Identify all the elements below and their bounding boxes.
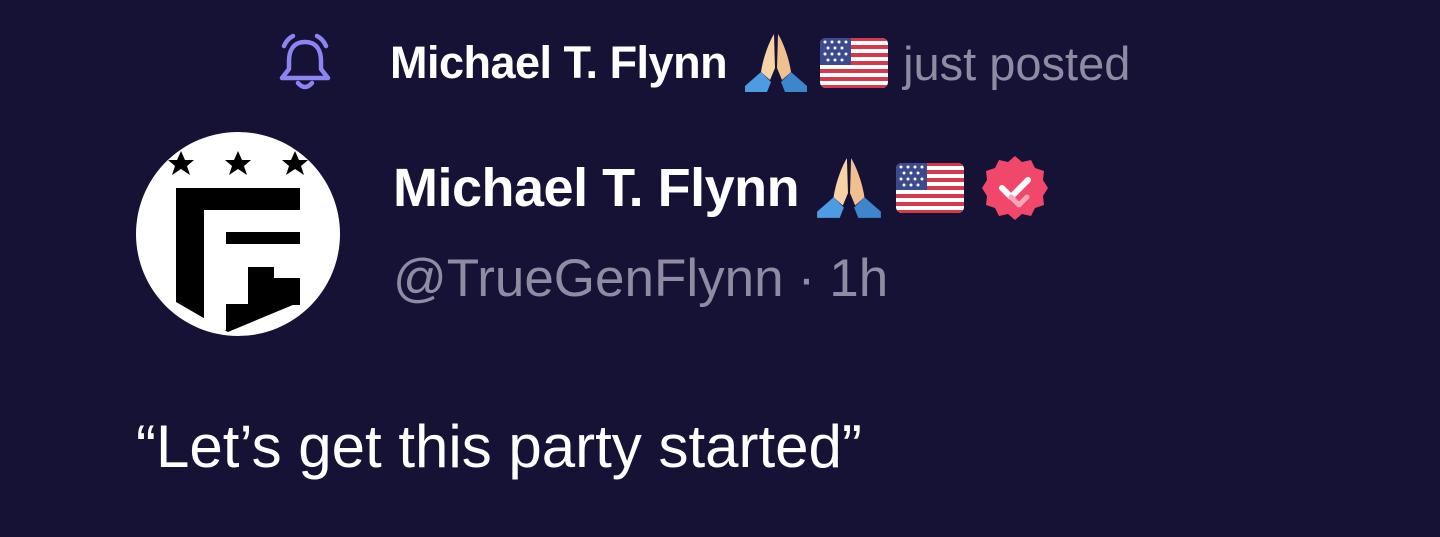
post-header: Michael T. Flynn @TrueGenFlynn · 1h	[393, 148, 1049, 309]
folded-hands-icon	[741, 28, 811, 98]
us-flag-icon	[895, 162, 965, 214]
post-text: “Let’s get this party started”	[136, 413, 862, 480]
author-name[interactable]: Michael T. Flynn	[393, 157, 800, 219]
notification-action: just posted	[903, 36, 1131, 90]
bell-icon	[272, 30, 338, 96]
author-handle[interactable]: @TrueGenFlynn	[393, 248, 784, 309]
handle-time-row: @TrueGenFlynn · 1h	[393, 248, 1049, 309]
us-flag-icon	[819, 37, 889, 89]
avatar[interactable]	[136, 132, 340, 336]
separator-dot: ·	[797, 249, 816, 308]
notification-author-name[interactable]: Michael T. Flynn	[390, 37, 728, 89]
folded-hands-icon	[813, 152, 885, 224]
post-time[interactable]: 1h	[829, 248, 888, 309]
notification-row[interactable]: Michael T. Flynn just posted	[272, 28, 1130, 98]
verified-badge-icon	[981, 154, 1049, 222]
